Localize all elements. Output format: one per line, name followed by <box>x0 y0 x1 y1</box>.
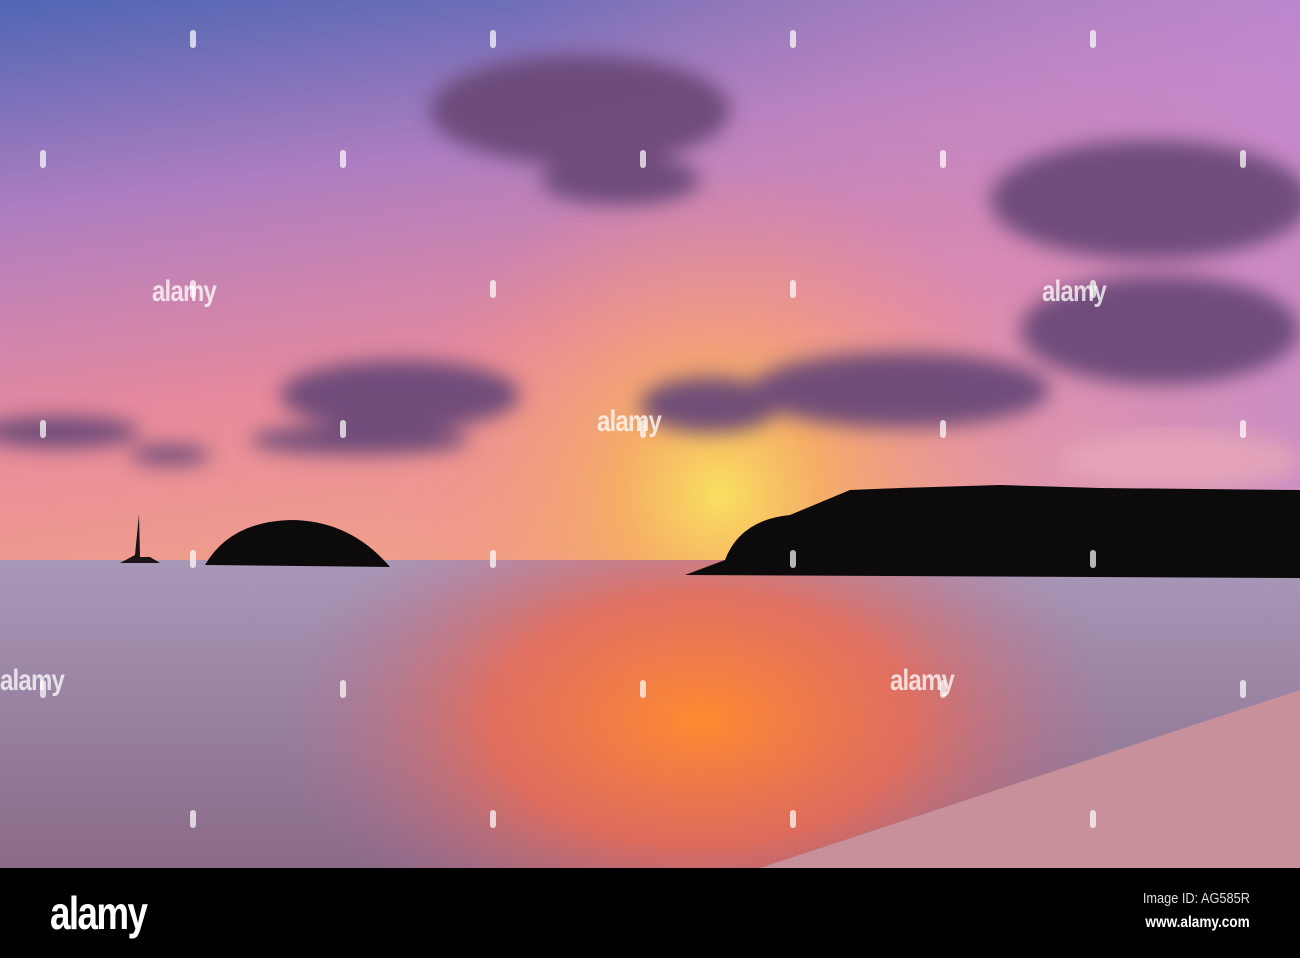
watermark-mark <box>1240 150 1246 168</box>
image-id: Image ID: AG585R <box>1142 890 1250 907</box>
watermark-mark <box>790 810 796 828</box>
watermark-mark <box>190 30 196 48</box>
watermark-mark <box>640 150 646 168</box>
watermark-mark <box>1090 810 1096 828</box>
watermark-mark <box>340 680 346 698</box>
watermark-mark <box>1090 30 1096 48</box>
watermark-mark <box>190 550 196 568</box>
stock-photo: alamy alamy alamy alamy alamy alamy Imag… <box>0 0 1300 958</box>
watermark-mark <box>340 420 346 438</box>
watermark-mark <box>490 550 496 568</box>
watermark-mark <box>40 680 46 698</box>
watermark: alamy <box>597 405 662 438</box>
watermark: alamy <box>1042 275 1107 308</box>
watermark-mark <box>790 280 796 298</box>
alamy-logo: alamy <box>50 887 148 939</box>
watermark-mark <box>1090 280 1096 298</box>
watermark-mark <box>490 280 496 298</box>
watermark-mark <box>1090 550 1096 568</box>
watermark: alamy <box>0 664 65 697</box>
watermark: alamy <box>152 275 217 308</box>
watermark-mark <box>1240 420 1246 438</box>
watermark-mark <box>340 150 346 168</box>
watermark-mark <box>940 420 946 438</box>
watermark-mark <box>790 30 796 48</box>
watermark-mark <box>40 420 46 438</box>
watermark-mark <box>940 150 946 168</box>
watermark-mark <box>190 810 196 828</box>
site-url: www.alamy.com <box>1145 914 1250 931</box>
watermark-mark <box>1240 680 1246 698</box>
watermark-mark <box>490 30 496 48</box>
watermark-mark <box>190 280 196 298</box>
watermark-mark <box>640 420 646 438</box>
watermark-mark <box>490 810 496 828</box>
footer-bar: alamy Image ID: AG585R www.alamy.com <box>0 868 1300 958</box>
watermark-mark <box>790 550 796 568</box>
watermark-mark <box>40 150 46 168</box>
watermark-mark <box>640 680 646 698</box>
watermark-mark <box>940 680 946 698</box>
